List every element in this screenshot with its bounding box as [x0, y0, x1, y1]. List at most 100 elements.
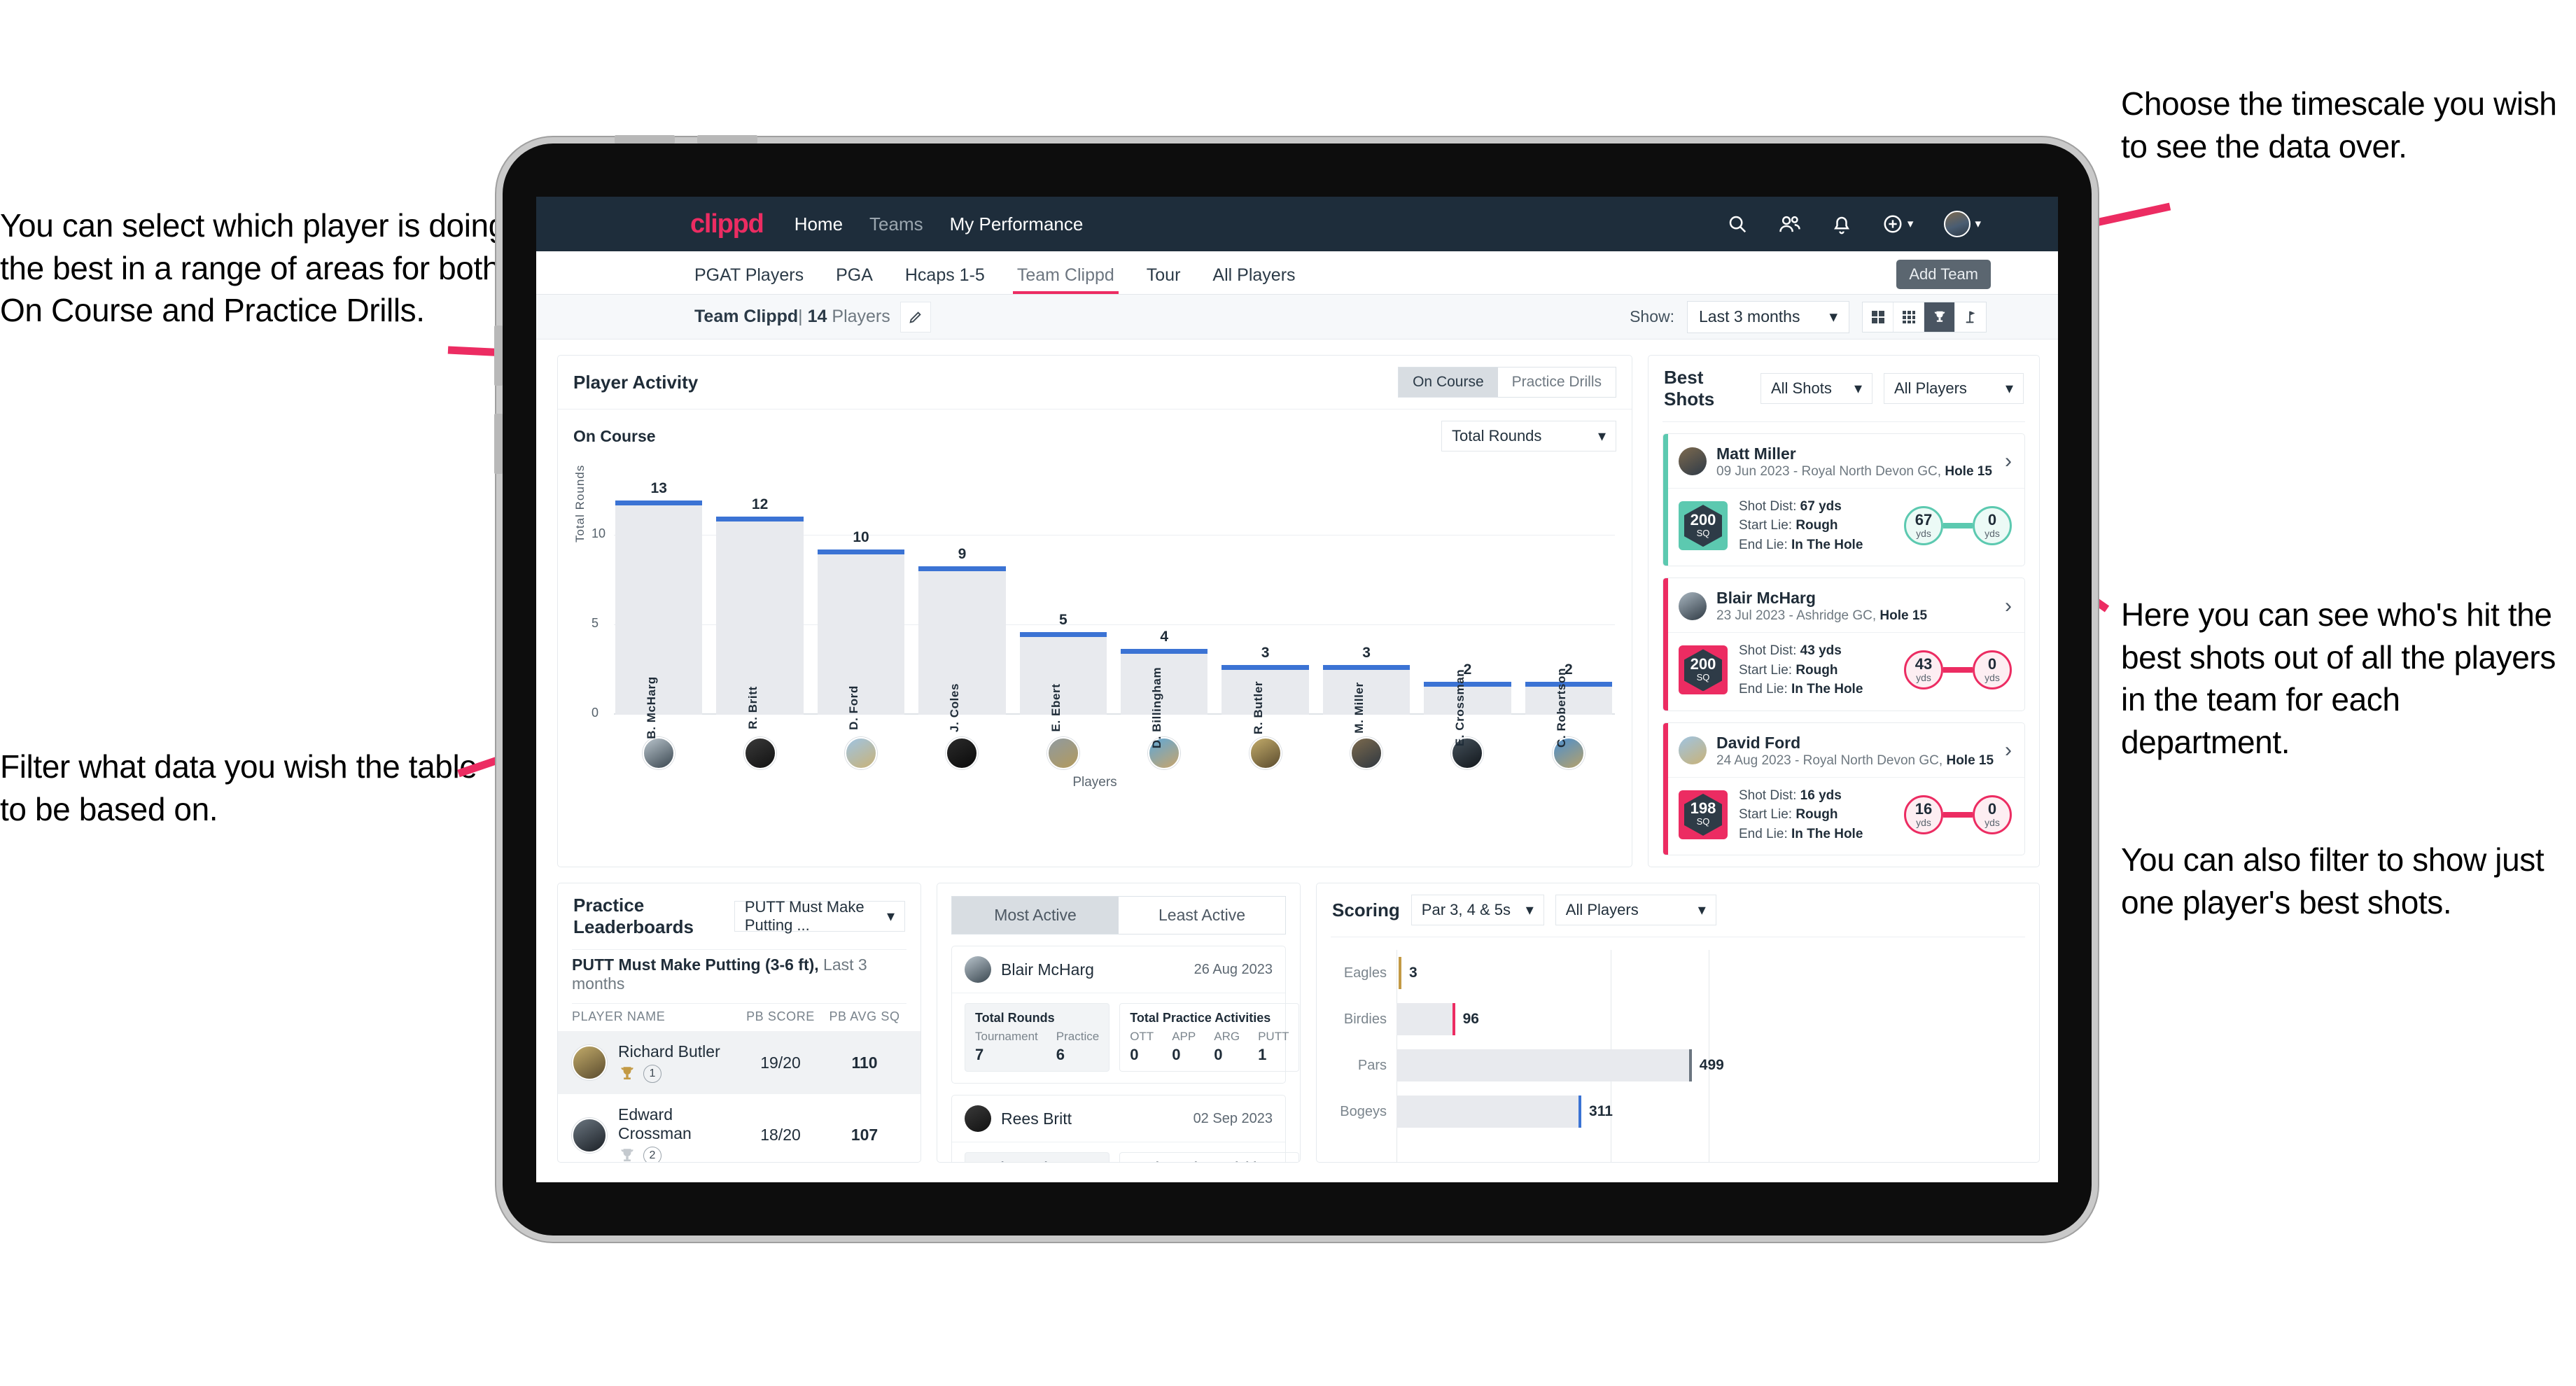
player-activity-subheader: On Course Total Rounds ▾	[558, 410, 1632, 454]
tab-tour[interactable]: Tour	[1147, 265, 1181, 294]
practice-activities-box: Total Practice ActivitiesOTT0APP0ARG0PUT…	[1119, 1152, 1300, 1163]
chevron-right-icon[interactable]: ›	[2005, 594, 2012, 618]
bar[interactable]: R. Butler	[1222, 665, 1310, 734]
avatar	[1249, 737, 1282, 769]
table-row[interactable]: Edward Crossman 2 18/20 107	[558, 1094, 920, 1163]
bar[interactable]: D. Billingham	[1121, 648, 1208, 748]
chevron-down-icon: ▾	[1597, 427, 1606, 444]
scoring-header: Scoring Par 3, 4 & 5s ▾ All Players ▾	[1317, 883, 2039, 937]
avatar[interactable]: ▾	[1944, 211, 1981, 237]
chevron-right-icon[interactable]: ›	[2005, 738, 2012, 762]
bar-group[interactable]: 3 M. Miller	[1322, 467, 1410, 734]
bar-group[interactable]: 4 D. Billingham	[1121, 467, 1208, 748]
nav-link-my-performance[interactable]: My Performance	[950, 214, 1084, 235]
plus-circle-icon[interactable]: ▾	[1882, 214, 1914, 234]
scoring-player-filter[interactable]: All Players ▾	[1555, 895, 1716, 926]
activity-card-body: Total Rounds Tournament 7 Practice 6 Total Pr…	[952, 993, 1300, 1083]
bar[interactable]: B. McHarg	[615, 500, 703, 739]
scoring-bar	[1396, 957, 1401, 990]
scoring-row[interactable]: Eagles 3	[1332, 950, 2024, 996]
scoring-row[interactable]: Bogeys 311	[1332, 1088, 2024, 1135]
grid-3x3-icon[interactable]	[1893, 302, 1924, 332]
tab-pga[interactable]: PGA	[836, 265, 873, 294]
bar-group[interactable]: 2 C. Robertson	[1525, 467, 1613, 748]
best-shot-card[interactable]: Blair McHarg 23 Jul 2023 - Ashridge GC, H…	[1662, 578, 2025, 711]
chevron-down-icon: ▾	[1829, 307, 1837, 326]
chevron-down-icon[interactable]: ▾	[1975, 217, 1981, 231]
chart-avatar[interactable]	[1222, 737, 1308, 769]
avatar	[946, 737, 979, 769]
best-shots-shot-filter[interactable]: All Shots ▾	[1760, 373, 1872, 404]
trophy-icon[interactable]	[1924, 302, 1955, 332]
leaderboard-drill-name: PUTT Must Make Putting (3-6 ft),	[572, 955, 819, 974]
bar-group[interactable]: 9 J. Coles	[918, 467, 1007, 732]
chart-avatar[interactable]	[615, 737, 702, 769]
tab-all-players[interactable]: All Players	[1212, 265, 1295, 294]
edit-team-button[interactable]	[899, 301, 931, 332]
best-shot-meta: 24 Aug 2023 - Royal North Devon GC, Hole…	[1716, 752, 1994, 768]
chart-avatar[interactable]	[1323, 737, 1410, 769]
start-lie-row: Start Lie: Rough	[1739, 807, 1838, 822]
timescale-select[interactable]: Last 3 months ▾	[1687, 300, 1849, 333]
activity-card-item[interactable]: Blair McHarg 26 Aug 2023 Total Rounds Tourn…	[951, 946, 1300, 1084]
chart-avatar[interactable]	[1424, 737, 1511, 769]
practice-activities-box: Total Practice ActivitiesOTT0APP0ARG0PUT…	[1119, 1003, 1300, 1072]
par-filter-select[interactable]: Par 3, 4 & 5s ▾	[1410, 895, 1544, 926]
metric-select[interactable]: Total Rounds ▾	[1441, 421, 1616, 451]
bar-group[interactable]: 2 E. Crossman	[1424, 467, 1512, 746]
bar[interactable]: J. Coles	[918, 566, 1007, 732]
scoring-row[interactable]: Pars 499	[1332, 1042, 2024, 1088]
tab-team-clippd[interactable]: Team Clippd	[1012, 265, 1119, 294]
shot-start-node: 43 yds	[1904, 650, 1943, 690]
bar-group[interactable]: 13 B. McHarg	[615, 467, 703, 739]
par-filter-value: Par 3, 4 & 5s	[1421, 901, 1511, 919]
bar-group[interactable]: 10 D. Ford	[817, 467, 905, 730]
chart-avatar[interactable]	[1020, 737, 1107, 769]
scoring-row[interactable]: Birdies 96	[1332, 996, 2024, 1042]
stat-col: APP 0	[1172, 1030, 1196, 1064]
sq-unit: SQ	[1696, 816, 1710, 827]
flag-icon[interactable]	[1955, 302, 1986, 332]
chart-avatar[interactable]	[818, 737, 904, 769]
drill-select[interactable]: PUTT Must Make Putting ... ▾	[734, 898, 905, 934]
bar-group[interactable]: 5 E. Ebert	[1019, 467, 1107, 732]
tab-most-active[interactable]: Most Active	[952, 897, 1119, 934]
chevron-down-icon: ▾	[886, 907, 895, 925]
bell-icon[interactable]	[1832, 214, 1851, 234]
bar-group[interactable]: 12 R. Britt	[716, 467, 804, 729]
bar[interactable]: C. Robertson	[1525, 668, 1613, 748]
tab-least-active[interactable]: Least Active	[1119, 897, 1285, 934]
activity-card-item[interactable]: Rees Britt 02 Sep 2023 Total RoundsTournam…	[951, 1095, 1300, 1163]
bar-group[interactable]: 3 R. Butler	[1222, 467, 1310, 734]
bar[interactable]: R. Britt	[716, 517, 804, 729]
scoring-value-label: 3	[1409, 965, 1418, 981]
bar[interactable]: D. Ford	[817, 550, 905, 730]
table-row[interactable]: Richard Butler 1 19/20 110	[558, 1031, 920, 1095]
bar[interactable]: M. Miller	[1322, 665, 1410, 734]
toggle-practice-drills[interactable]: Practice Drills	[1497, 368, 1616, 397]
bar[interactable]: E. Crossman	[1424, 669, 1512, 746]
player-filter-value: All Players	[1894, 379, 1967, 397]
chart-avatar[interactable]	[1121, 737, 1208, 769]
shot-filter-value: All Shots	[1771, 379, 1832, 397]
nav-link-teams[interactable]: Teams	[869, 214, 923, 235]
chevron-down-icon[interactable]: ▾	[1907, 217, 1914, 231]
nav-link-home[interactable]: Home	[794, 214, 843, 235]
best-shot-card[interactable]: David Ford 24 Aug 2023 - Royal North Devo…	[1662, 722, 2025, 856]
chevron-right-icon[interactable]: ›	[2005, 449, 2012, 473]
best-shot-card[interactable]: Matt Miller 09 Jun 2023 - Royal North Dev…	[1662, 433, 2025, 567]
search-icon[interactable]	[1727, 214, 1748, 234]
bar[interactable]: E. Ebert	[1019, 632, 1107, 732]
toggle-on-course[interactable]: On Course	[1399, 368, 1498, 397]
chart-avatar[interactable]	[918, 737, 1005, 769]
avatar	[965, 1105, 991, 1133]
tab-hcaps-1-5[interactable]: Hcaps 1-5	[905, 265, 985, 294]
tab-pgat-players[interactable]: PGAT Players	[694, 265, 804, 294]
people-icon[interactable]	[1779, 214, 1801, 234]
chart-avatar[interactable]	[716, 737, 803, 769]
scoring-bar	[1396, 1003, 1455, 1036]
clippd-logo[interactable]: clippd	[690, 209, 764, 239]
best-shots-player-filter[interactable]: All Players ▾	[1884, 373, 2024, 404]
avatar	[643, 737, 676, 769]
grid-2x2-icon[interactable]	[1863, 302, 1893, 332]
